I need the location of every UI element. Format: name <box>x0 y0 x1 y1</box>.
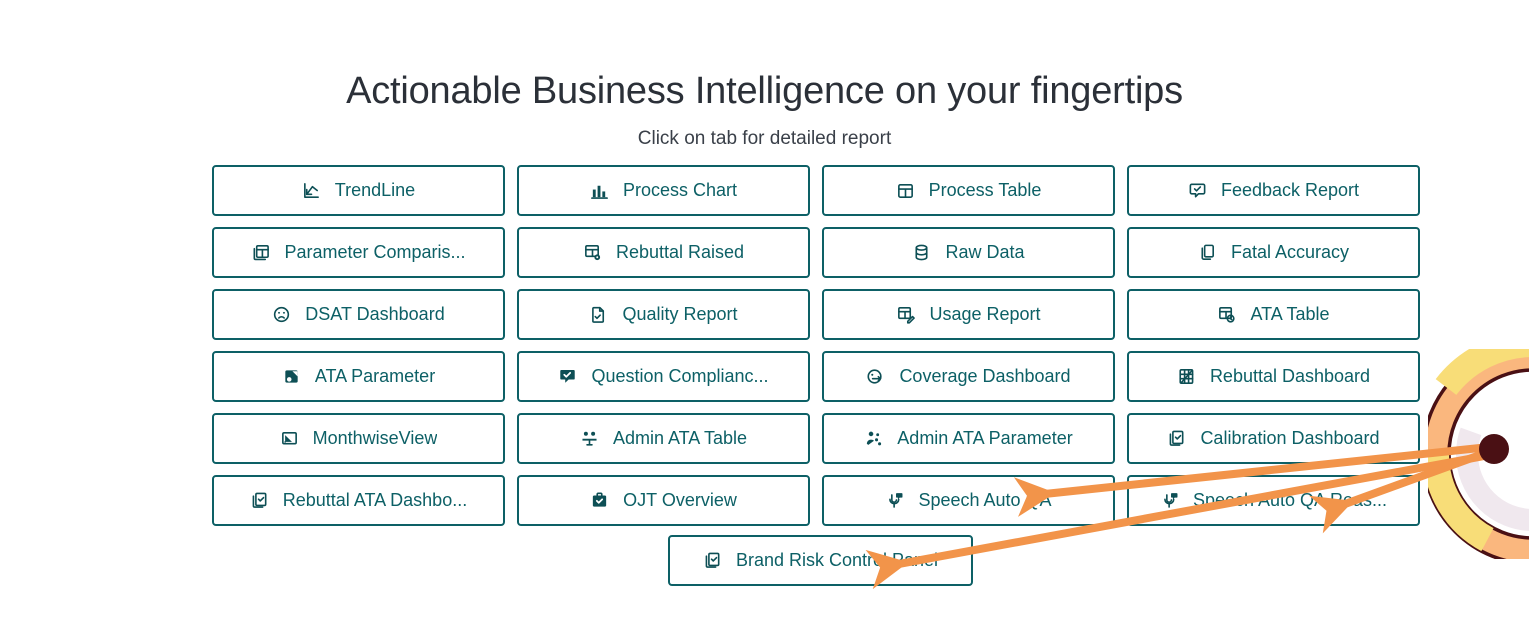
tab-button-rebuttal-raised[interactable]: Rebuttal Raised <box>517 227 810 278</box>
tab-button-brand-risk-control-panel[interactable]: Brand Risk Control Panel <box>668 535 973 586</box>
tab-label: Admin ATA Parameter <box>897 428 1073 448</box>
tab-label: ATA Parameter <box>314 366 436 386</box>
tab-label: Speech Auto QA <box>918 490 1052 510</box>
microphone-comment-icon <box>1160 491 1179 510</box>
page-subtitle: Click on tab for detailed report <box>637 127 892 149</box>
report-tab-grid: TrendLine Process Chart Process Table Feedb… <box>212 165 1420 526</box>
tab-button-ojt-overview[interactable]: OJT Overview <box>517 475 810 526</box>
tab-button-process-chart[interactable]: Process Chart <box>517 165 810 216</box>
table-settings-icon <box>583 243 602 262</box>
tab-label: Raw Data <box>945 242 1025 262</box>
tab-button-usage-report[interactable]: Usage Report <box>822 289 1115 340</box>
tab-button-rebuttal-dashboard[interactable]: Rebuttal Dashboard <box>1127 351 1420 402</box>
tab-label: Parameter Comparis... <box>284 242 466 262</box>
table-copy-icon <box>251 243 270 262</box>
trendline-chart-icon <box>302 181 321 200</box>
page-header: Actionable Business Intelligence on your… <box>0 0 1529 151</box>
business-intelligence-tab-page: Actionable Business Intelligence on your… <box>0 0 1529 629</box>
tab-label: Question Complianc... <box>591 366 769 386</box>
tab-label: MonthwiseView <box>312 428 438 448</box>
filled-square-icon <box>282 367 301 386</box>
tab-label: Feedback Report <box>1220 180 1360 200</box>
clipboard-check-icon <box>703 551 722 570</box>
tab-button-feedback-report[interactable]: Feedback Report <box>1127 165 1420 216</box>
tab-button-parameter-comparis[interactable]: Parameter Comparis... <box>212 227 505 278</box>
tab-label: DSAT Dashboard <box>305 304 445 324</box>
tab-button-raw-data[interactable]: Raw Data <box>822 227 1115 278</box>
copy-document-icon <box>1198 243 1217 262</box>
tab-label: Usage Report <box>929 304 1041 324</box>
tab-button-coverage-dashboard[interactable]: Coverage Dashboard <box>822 351 1115 402</box>
clipboard-check-icon <box>250 491 269 510</box>
page-title: Actionable Business Intelligence on your… <box>346 70 1183 112</box>
tab-button-speech-auto-qa-reas[interactable]: Speech Auto QA Reas... <box>1127 475 1420 526</box>
clipboard-check-icon <box>1167 429 1186 448</box>
tab-button-ata-table[interactable]: ATA Table <box>1127 289 1420 340</box>
tab-label: OJT Overview <box>623 490 737 510</box>
tab-label: Calibration Dashboard <box>1200 428 1380 448</box>
brand-risk-control-panel-row: Brand Risk Control Panel <box>668 535 973 586</box>
users-group-icon <box>580 429 599 448</box>
tab-label: Rebuttal Raised <box>615 242 745 262</box>
tab-label: Brand Risk Control Panel <box>735 550 939 570</box>
frowning-face-icon <box>272 305 291 324</box>
tab-button-fatal-accuracy[interactable]: Fatal Accuracy <box>1127 227 1420 278</box>
tab-button-admin-ata-table[interactable]: Admin ATA Table <box>517 413 810 464</box>
tab-button-calibration-dashboard[interactable]: Calibration Dashboard <box>1127 413 1420 464</box>
tab-button-speech-auto-qa[interactable]: Speech Auto QA <box>822 475 1115 526</box>
table-grid-icon <box>896 181 915 200</box>
arrow-circle-right-icon <box>866 367 885 386</box>
tab-label: Fatal Accuracy <box>1230 242 1350 262</box>
filled-briefcase-check-icon <box>590 491 609 510</box>
filled-comment-check-icon <box>558 367 577 386</box>
microphone-comment-icon <box>885 491 904 510</box>
tab-button-monthwiseview[interactable]: MonthwiseView <box>212 413 505 464</box>
table-clock-icon <box>1217 305 1236 324</box>
tab-button-dsat-dashboard[interactable]: DSAT Dashboard <box>212 289 505 340</box>
tab-label: Quality Report <box>622 304 738 324</box>
tab-label: Process Chart <box>622 180 738 200</box>
tab-button-ata-parameter[interactable]: ATA Parameter <box>212 351 505 402</box>
tab-label: ATA Table <box>1250 304 1330 324</box>
arrow-origin-dot <box>1479 434 1509 464</box>
bar-chart-icon <box>590 181 609 200</box>
tab-button-trendline[interactable]: TrendLine <box>212 165 505 216</box>
table-edit-icon <box>896 305 916 324</box>
user-settings-icon <box>864 429 883 448</box>
tab-label: Rebuttal Dashboard <box>1209 366 1371 386</box>
decor-yellow-arc <box>1435 349 1529 396</box>
tab-button-rebuttal-ata-dashbo[interactable]: Rebuttal ATA Dashbo... <box>212 475 505 526</box>
tab-label: Coverage Dashboard <box>899 366 1071 386</box>
grid-diagonal-icon <box>1177 367 1196 386</box>
tab-label: Speech Auto QA Reas... <box>1192 490 1388 510</box>
tab-label: Process Table <box>928 180 1042 200</box>
tab-button-quality-report[interactable]: Quality Report <box>517 289 810 340</box>
comment-check-icon <box>1188 181 1207 200</box>
tab-label: TrendLine <box>334 180 416 200</box>
tab-label: Admin ATA Table <box>612 428 748 448</box>
document-check-icon <box>589 305 608 324</box>
decorative-circle-graphic <box>1428 349 1529 559</box>
tab-label: Rebuttal ATA Dashbo... <box>282 490 468 510</box>
cast-screen-icon <box>280 429 299 448</box>
tab-button-admin-ata-parameter[interactable]: Admin ATA Parameter <box>822 413 1115 464</box>
tab-button-question-complianc[interactable]: Question Complianc... <box>517 351 810 402</box>
tab-button-process-table[interactable]: Process Table <box>822 165 1115 216</box>
database-icon <box>912 243 931 262</box>
